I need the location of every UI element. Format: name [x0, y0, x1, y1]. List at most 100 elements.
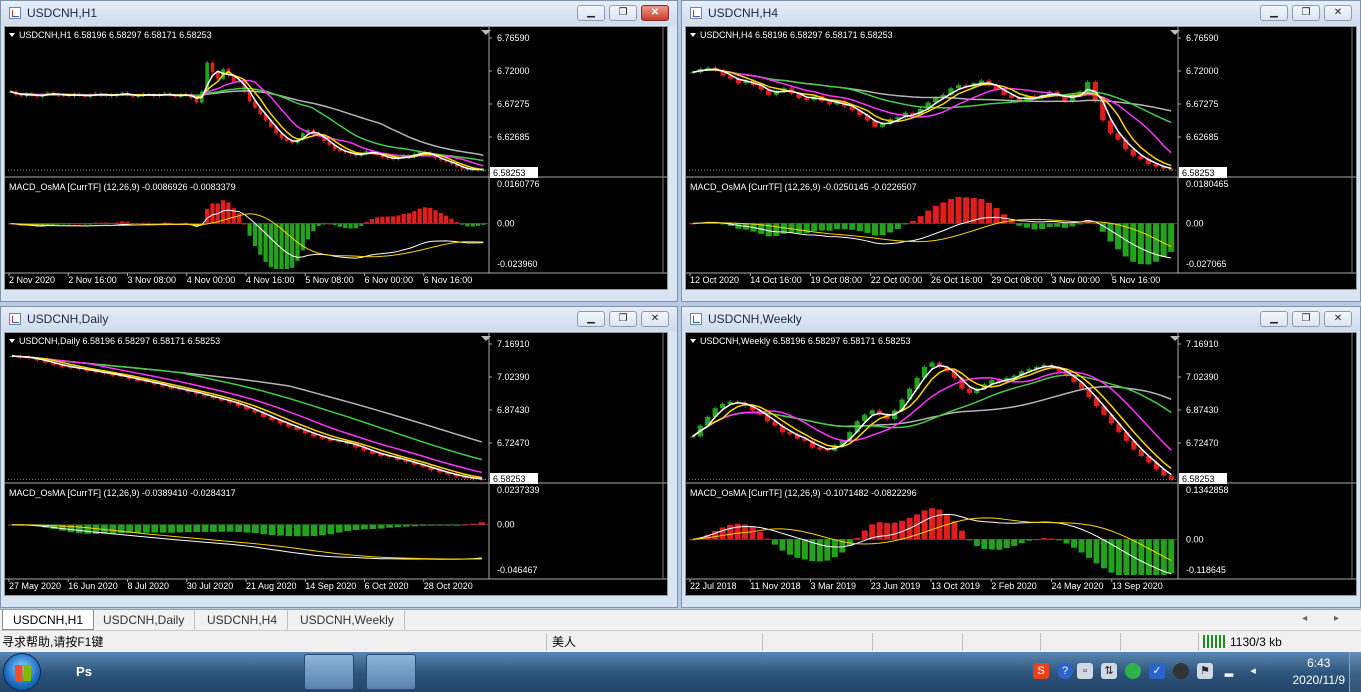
date-tick-label: 5 Nov 08:00: [305, 275, 354, 285]
macd-histogram-bar: [311, 223, 316, 232]
macd-histogram-bar: [274, 223, 279, 269]
shield-icon[interactable]: ✓: [1149, 663, 1165, 679]
taskbar-app[interactable]: [304, 654, 354, 690]
macd-tick-label: 0.0237339: [497, 485, 540, 495]
qq-icon[interactable]: [1173, 663, 1189, 679]
flag-icon[interactable]: ⚑: [1197, 663, 1213, 679]
macd-histogram-bar: [406, 213, 412, 224]
close-button[interactable]: ✕: [1324, 311, 1352, 327]
macd-histogram-bar: [66, 223, 72, 225]
macd-histogram-bar: [218, 524, 226, 532]
macd-histogram-bar: [801, 539, 808, 560]
candle-body: [1168, 475, 1174, 480]
macd-histogram-bar: [72, 223, 77, 225]
volume-icon[interactable]: ◂: [1245, 663, 1261, 679]
macd-histogram-bar: [1003, 539, 1010, 549]
minimize-button[interactable]: ▁: [577, 5, 605, 21]
tab-scroll-arrows[interactable]: ◂ ▸: [1302, 613, 1351, 624]
macd-histogram-bar: [1031, 223, 1038, 230]
chart-canvas[interactable]: USDCNH,Daily 6.58196 6.58297 6.58171 6.5…: [4, 332, 668, 596]
window-titlebar[interactable]: USDCNH,H4 ▁ ❐ ✕: [682, 1, 1360, 25]
macd-histogram-bar: [973, 539, 980, 546]
taskbar-app[interactable]: [182, 654, 232, 690]
help-icon[interactable]: ?: [1057, 663, 1073, 679]
price-chart[interactable]: USDCNH,Daily 6.58196 6.58297 6.58171 6.5…: [5, 333, 667, 595]
macd-histogram-bar: [321, 223, 327, 225]
clock[interactable]: 6:43 2020/11/9: [1293, 655, 1346, 689]
macd-histogram-bar: [433, 210, 438, 224]
chart-canvas[interactable]: USDCNH,H4 6.58196 6.58297 6.58171 6.5825…: [685, 26, 1357, 290]
network-icon[interactable]: ⇅: [1101, 663, 1117, 679]
macd-histogram-bar: [841, 223, 848, 230]
macd-histogram-bar: [988, 539, 995, 550]
macd-histogram-bar: [470, 223, 475, 227]
minimize-button[interactable]: ▁: [1260, 311, 1288, 327]
minimize-button[interactable]: ▁: [577, 311, 605, 327]
chart-canvas[interactable]: USDCNH,H1 6.58196 6.58297 6.58171 6.5825…: [4, 26, 668, 290]
macd-histogram-bar: [1054, 223, 1061, 227]
price-tick-label: 6.62685: [497, 132, 530, 142]
macd-histogram-bar: [849, 223, 856, 230]
minimize-button[interactable]: ▁: [1260, 5, 1288, 21]
macd-histogram-bar: [981, 539, 988, 550]
chart-window-daily[interactable]: USDCNH,Daily ▁ ❐ ✕ USDCNH,Daily 6.58196 …: [0, 306, 678, 608]
window-titlebar[interactable]: USDCNH,Weekly ▁ ❐ ✕: [682, 307, 1360, 331]
tab-usdcnh-h1[interactable]: USDCNH,H1: [2, 610, 95, 630]
macd-histogram-bar: [921, 510, 928, 540]
date-tick-label: 13 Sep 2020: [1112, 581, 1163, 591]
macd-histogram-bar: [316, 223, 321, 227]
macd-histogram-bar: [734, 523, 741, 540]
macd-histogram-bar: [1168, 223, 1175, 252]
date-tick-label: 5 Nov 16:00: [1112, 275, 1161, 285]
wechat-tray-icon[interactable]: [1125, 663, 1141, 679]
tab-usdcnh-h4[interactable]: USDCNH,H4: [197, 610, 289, 630]
macd-histogram-bar: [459, 223, 465, 225]
close-button[interactable]: ✕: [641, 311, 669, 327]
macd-tick-label: -0.023960: [497, 259, 538, 269]
restore-icon: ❐: [1301, 313, 1311, 324]
restore-button[interactable]: ❐: [609, 5, 637, 21]
date-tick-label: 3 Nov 08:00: [128, 275, 177, 285]
macd-histogram-bar: [932, 205, 939, 224]
show-desktop-button[interactable]: [1349, 652, 1361, 692]
status-traffic: 1130/3 kb: [1230, 635, 1282, 649]
macd-histogram-bar: [143, 524, 150, 533]
price-chart[interactable]: USDCNH,H4 6.58196 6.58297 6.58171 6.5825…: [686, 27, 1356, 289]
chart-canvas[interactable]: USDCNH,Weekly 6.58196 6.58297 6.58171 6.…: [685, 332, 1357, 596]
macd-histogram-bar: [167, 222, 173, 224]
tab-usdcnh-weekly[interactable]: USDCNH,Weekly: [290, 610, 405, 630]
macd-header-text: MACD_OsMA [CurrTF] (12,26,9) -0.0086926 …: [9, 182, 236, 192]
macd-histogram-bar: [478, 522, 486, 525]
price-chart[interactable]: USDCNH,Weekly 6.58196 6.58297 6.58171 6.…: [686, 333, 1356, 595]
taskbar-app[interactable]: Ps: [60, 654, 110, 690]
restore-button[interactable]: ❐: [1292, 5, 1320, 21]
macd-histogram-bar: [1086, 539, 1093, 558]
taskbar-app[interactable]: [120, 654, 170, 690]
tab-usdcnh-daily[interactable]: USDCNH,Daily: [93, 610, 196, 630]
close-button[interactable]: ✕: [1324, 5, 1352, 21]
start-button[interactable]: [3, 653, 41, 691]
restore-button[interactable]: ❐: [609, 311, 637, 327]
window-titlebar[interactable]: USDCNH,Daily ▁ ❐ ✕: [1, 307, 677, 331]
chart-window-h4[interactable]: USDCNH,H4 ▁ ❐ ✕ USDCNH,H4 6.58196 6.5829…: [681, 0, 1361, 302]
input-method-icon[interactable]: S: [1033, 663, 1049, 679]
macd-histogram-bar: [454, 221, 459, 224]
chart-window-h1[interactable]: USDCNH,H1 ▁ ❐ ✕ USDCNH,H1 6.58196 6.5829…: [0, 0, 678, 302]
macd-histogram-bar: [943, 513, 950, 540]
window-titlebar[interactable]: USDCNH,H1 ▁ ❐ ✕: [1, 1, 677, 25]
signal-icon[interactable]: ▂: [1221, 663, 1237, 679]
photoshop-icon: Ps: [76, 664, 92, 679]
usb-icon[interactable]: ▫: [1077, 663, 1093, 679]
taskbar-app[interactable]: [366, 654, 416, 690]
chart-window-weekly[interactable]: USDCNH,Weekly ▁ ❐ ✕ USDCNH,Weekly 6.5819…: [681, 306, 1361, 608]
price-tick-label: 6.67275: [1186, 99, 1219, 109]
close-button[interactable]: ✕: [641, 5, 669, 21]
restore-button[interactable]: ❐: [1292, 311, 1320, 327]
window-title: USDCNH,H1: [27, 6, 98, 20]
taskbar-app[interactable]: [244, 654, 294, 690]
date-tick-label: 11 Nov 2018: [750, 581, 800, 591]
macd-histogram-bar: [327, 223, 332, 225]
price-chart[interactable]: USDCNH,H1 6.58196 6.58297 6.58171 6.5825…: [5, 27, 667, 289]
browser-icon: [130, 659, 158, 685]
macd-histogram-bar: [803, 223, 810, 234]
